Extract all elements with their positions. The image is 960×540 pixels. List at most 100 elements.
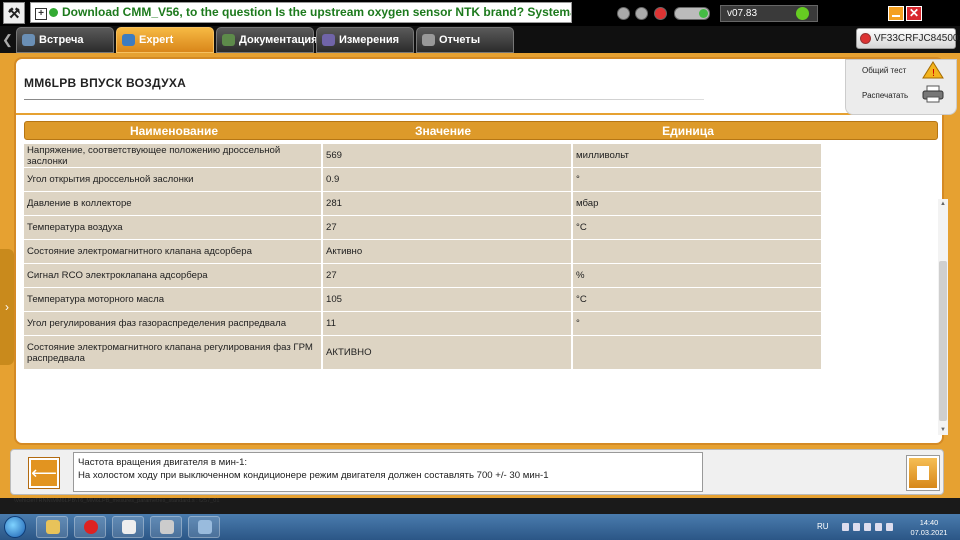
column-header-name: Наименование — [129, 124, 219, 138]
script-path: \Vehicle\TRNN\MM6LPB\T6_MM6LPB_mesures_p… — [14, 498, 220, 504]
help-message: Частота вращения двигателя в мин-1: На х… — [73, 452, 703, 492]
param-name: Температура воздуха — [24, 216, 323, 239]
param-unit: % — [573, 264, 823, 287]
param-name: Напряжение, соответствующее положению др… — [24, 144, 323, 167]
printer-icon[interactable] — [922, 85, 944, 103]
param-unit — [573, 240, 823, 263]
help-message-line2: На холостом ходу при выключенном кондици… — [78, 470, 549, 481]
back-button[interactable]: ⟵ — [29, 458, 59, 488]
tray-volume-icon[interactable] — [886, 523, 893, 531]
battery-icon — [674, 7, 710, 20]
secure-dot-icon — [49, 8, 58, 17]
status-ok-icon — [796, 7, 809, 20]
param-value: 27 — [323, 216, 573, 239]
tray-network-icon[interactable] — [853, 523, 860, 531]
taskbar-opera[interactable] — [74, 516, 106, 538]
print-button[interactable]: Распечатать — [862, 91, 908, 100]
clock-date: 07.03.2021 — [910, 528, 948, 537]
tab-meeting[interactable]: Встреча — [16, 27, 114, 53]
start-button[interactable] — [4, 516, 26, 538]
table-scrollbar[interactable]: ▲ ▼ — [938, 199, 948, 435]
app-logo-icon: ⚒ — [3, 2, 25, 24]
close-button[interactable]: ✕ — [906, 6, 922, 21]
param-value: 281 — [323, 192, 573, 215]
side-expand-tab[interactable]: › — [0, 249, 14, 365]
param-value: АКТИВНО — [323, 336, 573, 369]
param-unit: ° — [573, 312, 823, 335]
param-name: Состояние электромагнитного клапана адсо… — [24, 240, 323, 263]
top-bar: ⚒ + Download CMM_V56, to the question Is … — [0, 0, 960, 26]
param-unit: ° — [573, 168, 823, 191]
scroll-down-icon[interactable]: ▼ — [939, 427, 947, 433]
tools-icon — [160, 520, 174, 534]
notice-bar: + Download CMM_V56, to the question Is th… — [30, 2, 572, 23]
stop-icon[interactable] — [654, 7, 667, 20]
table-row[interactable]: Температура воздуха 27 °C — [24, 216, 824, 240]
vin-button[interactable]: VF33CRFJC84500185 — [856, 28, 960, 49]
param-value: 27 — [323, 264, 573, 287]
pause-button[interactable] — [907, 456, 939, 490]
tab-label: Отчеты — [439, 34, 481, 46]
taskbar-app[interactable] — [112, 516, 144, 538]
tray-battery-icon[interactable] — [864, 523, 871, 531]
lock-icon[interactable] — [635, 7, 648, 20]
table-row[interactable]: Давление в коллекторе 281 мбар — [24, 192, 824, 216]
tab-label: Документация — [239, 34, 318, 46]
scroll-up-icon[interactable]: ▲ — [939, 201, 947, 207]
taskbar: RU 14:40 07.03.2021 — [0, 514, 960, 540]
table-body: Напряжение, соответствующее положению др… — [24, 144, 824, 370]
tab-expert[interactable]: Expert — [116, 27, 214, 53]
measurements-icon — [322, 34, 335, 46]
section-divider — [16, 113, 942, 115]
language-indicator[interactable]: RU — [817, 522, 829, 531]
table-row[interactable]: Состояние электромагнитного клапана адсо… — [24, 240, 824, 264]
tray-arrow-icon[interactable] — [842, 523, 849, 531]
table-row[interactable]: Напряжение, соответствующее положению др… — [24, 144, 824, 168]
param-name: Давление в коллекторе — [24, 192, 323, 215]
table-row[interactable]: Сигнал RCO электроклапана адсорбера 27 % — [24, 264, 824, 288]
tab-measurements[interactable]: Измерения — [316, 27, 414, 53]
scrollbar-thumb[interactable] — [939, 261, 947, 421]
column-header-unit: Единица — [662, 124, 714, 138]
svg-text:!: ! — [932, 68, 936, 79]
help-message-line1: Частота вращения двигателя в мин-1: — [78, 457, 248, 468]
param-name: Температура моторного масла — [24, 288, 323, 311]
vin-label: VF33CRFJC84500185 — [874, 33, 960, 44]
param-unit: мбар — [573, 192, 823, 215]
opera-icon — [84, 520, 98, 534]
general-test-button[interactable]: Общий тест — [862, 66, 906, 75]
arrow-down-icon[interactable] — [617, 7, 630, 20]
add-icon[interactable]: + — [35, 8, 47, 20]
table-row[interactable]: Угол регулирования фаз газораспределения… — [24, 312, 824, 336]
tab-documentation[interactable]: Документация — [216, 27, 318, 53]
warning-icon[interactable]: ! — [922, 61, 944, 79]
taskbar-diagbox[interactable] — [150, 516, 182, 538]
documentation-icon — [222, 34, 235, 46]
version-label: v07.83 — [727, 8, 758, 19]
content-panel: MM6LPB ВПУСК ВОЗДУХА Общий тест ! Распеч… — [14, 57, 957, 445]
param-unit: °C — [573, 288, 823, 311]
expert-icon — [122, 34, 135, 46]
tabs-back-icon[interactable]: ❮ — [2, 32, 13, 48]
clock[interactable]: 14:40 07.03.2021 — [906, 518, 952, 538]
tab-label: Встреча — [39, 34, 84, 46]
taskbar-window[interactable] — [188, 516, 220, 538]
parameters-table: Наименование Значение Единица Напряжение… — [24, 121, 948, 435]
tray-flag-icon[interactable] — [875, 523, 882, 531]
table-row[interactable]: Температура моторного масла 105 °C — [24, 288, 824, 312]
param-value: Активно — [323, 240, 573, 263]
table-row[interactable]: Состояние электромагнитного клапана регу… — [24, 336, 824, 370]
param-name: Сигнал RCO электроклапана адсорбера — [24, 264, 323, 287]
param-value: 0.9 — [323, 168, 573, 191]
param-value: 105 — [323, 288, 573, 311]
taskbar-explorer[interactable] — [36, 516, 68, 538]
param-unit: милливольт — [573, 144, 823, 167]
title-divider — [24, 99, 704, 100]
table-row[interactable]: Угол открытия дроссельной заслонки 0.9 ° — [24, 168, 824, 192]
meeting-icon — [22, 34, 35, 46]
minimize-button[interactable] — [888, 6, 904, 21]
app-icon — [122, 520, 136, 534]
window-icon — [198, 520, 212, 534]
tab-reports[interactable]: Отчеты — [416, 27, 514, 53]
table-header: Наименование Значение Единица — [24, 121, 938, 140]
